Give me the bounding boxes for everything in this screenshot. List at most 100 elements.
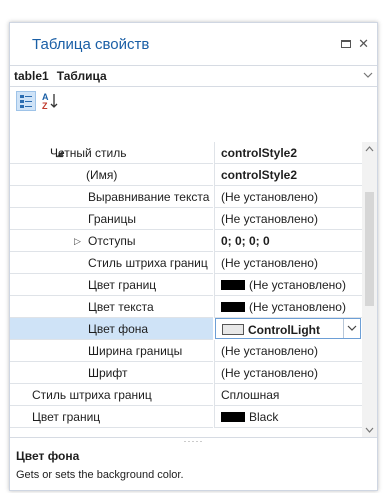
property-value: (Не установлено) (221, 278, 346, 292)
property-row[interactable]: Ширина границы (Не установлено) (10, 340, 363, 362)
property-value-text: (Не установлено) (221, 344, 318, 358)
object-name: table1 Таблица (14, 69, 107, 83)
property-name-cell[interactable]: Границы (10, 208, 213, 230)
property-value-text: 0; 0; 0; 0 (221, 234, 270, 248)
property-grid: ◢ Четный стиль controlStyle2 (Имя) controlSt… (10, 142, 377, 437)
property-value-cell[interactable]: (Не установлено) (214, 208, 363, 230)
property-label: Цвет текста (88, 300, 154, 314)
vertical-scrollbar[interactable] (362, 142, 377, 437)
property-value-text: ControlLight (248, 323, 320, 337)
property-row[interactable]: Выравнивание текста (Не установлено) (10, 186, 363, 208)
property-name-cell[interactable]: Цвет границ (10, 406, 213, 428)
color-swatch (221, 280, 245, 290)
property-value: (Не установлено) (221, 256, 318, 270)
property-name-cell[interactable]: Выравнивание текста (10, 186, 213, 208)
property-name-cell[interactable]: Ширина границы (10, 340, 213, 362)
chevron-down-icon[interactable] (363, 68, 373, 85)
alpha-z-glyph: Z (42, 101, 48, 111)
property-value-cell[interactable]: controlStyle2 (214, 164, 363, 186)
property-value-text: Сплошная (221, 388, 280, 402)
property-value-cell[interactable]: (Не установлено) (214, 296, 363, 318)
property-value: (Не установлено) (221, 190, 318, 204)
property-row[interactable]: ◢ Четный стиль controlStyle2 (10, 142, 363, 164)
property-row[interactable]: Цвет фона ControlLight (10, 318, 362, 340)
property-value-cell[interactable]: Сплошная (214, 384, 363, 406)
property-name-cell[interactable]: Стиль штриха границ (10, 384, 213, 406)
property-row[interactable]: (Имя) controlStyle2 (10, 164, 363, 186)
property-value: (Не установлено) (221, 212, 318, 226)
property-value: 0; 0; 0; 0 (221, 234, 270, 248)
property-value: controlStyle2 (221, 146, 297, 160)
property-value: controlStyle2 (221, 168, 297, 182)
property-label: Стиль штриха границ (88, 256, 208, 270)
chevron-down-icon[interactable] (343, 319, 360, 338)
property-value-text: Black (249, 410, 279, 424)
property-value-cell[interactable]: 0; 0; 0; 0 (214, 230, 363, 252)
property-value-cell[interactable]: (Не установлено) (214, 274, 363, 296)
property-value-text: controlStyle2 (221, 146, 298, 160)
property-label: (Имя) (86, 168, 118, 182)
property-row[interactable]: ▷ Отступы 0; 0; 0; 0 (10, 230, 363, 252)
property-value: Black (221, 410, 278, 424)
description-text: Gets or sets the background color. (16, 469, 184, 481)
object-type: Таблица (56, 69, 107, 83)
property-name-cell[interactable]: Цвет границ (10, 274, 213, 296)
color-swatch (221, 302, 245, 312)
property-label: Шрифт (88, 366, 128, 380)
property-value-dropdown[interactable]: ControlLight (215, 318, 361, 339)
property-value-cell[interactable]: (Не установлено) (214, 186, 363, 208)
property-row[interactable]: Цвет границ (Не установлено) (10, 274, 363, 296)
property-value-cell[interactable]: Black (214, 406, 363, 428)
property-label: Стиль штриха границ (32, 388, 152, 402)
property-row[interactable]: Стиль штриха границ (Не установлено) (10, 252, 363, 274)
restore-icon[interactable] (341, 40, 351, 48)
color-swatch (221, 412, 245, 422)
property-row[interactable]: Цвет границ Black (10, 406, 363, 428)
property-value-text: (Не установлено) (221, 212, 318, 226)
property-row[interactable]: Границы (Не установлено) (10, 208, 363, 230)
property-value-cell[interactable]: (Не установлено) (214, 340, 363, 362)
property-row[interactable]: Шрифт (Не установлено) (10, 362, 363, 384)
close-icon[interactable]: ✕ (358, 36, 369, 52)
scrollbar-thumb[interactable] (365, 192, 374, 306)
expand-arrow-icon[interactable]: ▷ (74, 236, 81, 247)
property-name-cell[interactable]: ▷ Отступы (10, 230, 213, 252)
property-label: Отступы (88, 234, 136, 248)
property-value: (Не установлено) (221, 344, 318, 358)
property-value-cell[interactable]: (Не установлено) (214, 362, 363, 384)
property-value-cell[interactable]: controlStyle2 (214, 142, 363, 164)
property-label: Цвет границ (88, 278, 157, 292)
property-name-cell[interactable]: Шрифт (10, 362, 213, 384)
property-value-text: (Не установлено) (221, 256, 318, 270)
property-value-text: (Не установлено) (249, 278, 346, 292)
object-selector[interactable]: table1 Таблица (10, 65, 377, 87)
property-label: Границы (88, 212, 136, 226)
alphabetical-sort-icon[interactable]: A Z (40, 91, 60, 111)
property-name-cell[interactable]: Стиль штриха границ (10, 252, 213, 274)
property-name-cell[interactable]: (Имя) (10, 164, 213, 186)
scroll-down-icon[interactable] (362, 423, 377, 437)
property-value-cell[interactable]: (Не установлено) (214, 252, 363, 274)
property-label: Четный стиль (50, 146, 127, 160)
property-value-text: (Не установлено) (249, 300, 346, 314)
toolbar: A Z (10, 87, 377, 115)
property-label: Цвет фона (88, 322, 149, 336)
property-label: Цвет границ (32, 410, 101, 424)
scroll-up-icon[interactable] (362, 142, 377, 156)
property-value: (Не установлено) (221, 366, 318, 380)
property-name-cell[interactable]: ◢ Четный стиль (10, 142, 213, 164)
categorized-icon[interactable] (16, 91, 36, 111)
panel-title: Таблица свойств (32, 36, 150, 53)
property-value: ControlLight (222, 323, 320, 337)
color-swatch (222, 324, 244, 335)
property-value: Сплошная (221, 388, 279, 402)
property-label: Ширина границы (88, 344, 183, 358)
property-label: Выравнивание текста (88, 190, 210, 204)
property-value-text: controlStyle2 (221, 168, 298, 182)
property-row[interactable]: Стиль штриха границ Сплошная (10, 384, 363, 406)
property-name-cell[interactable]: Цвет текста (10, 296, 213, 318)
property-name-cell[interactable]: Цвет фона (10, 318, 213, 340)
property-row[interactable]: Цвет текста (Не установлено) (10, 296, 363, 318)
property-value-text: (Не установлено) (221, 366, 318, 380)
property-value-text: (Не установлено) (221, 190, 318, 204)
